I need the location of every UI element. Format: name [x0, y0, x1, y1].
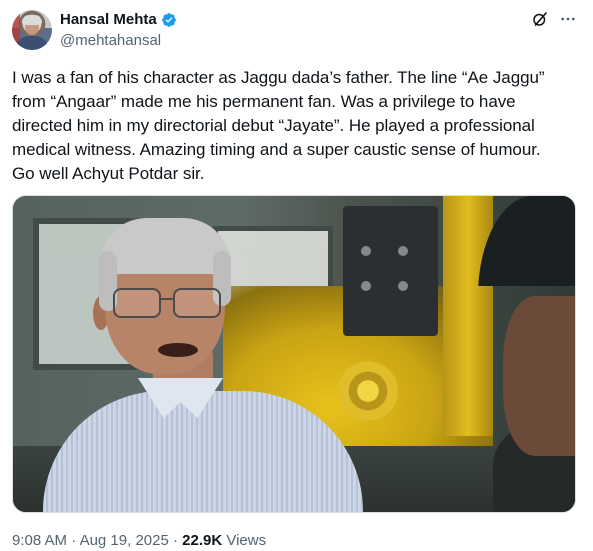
views-label: Views	[226, 532, 267, 549]
photo-mouth	[158, 343, 198, 357]
avatar[interactable]	[12, 10, 52, 50]
tweet-header: Hansal Mehta @mehtahansal	[60, 10, 177, 51]
tweet-text: I was a fan of his character as Jaggu da…	[12, 66, 580, 186]
tweet[interactable]: Hansal Mehta @mehtahansal I was a fan of…	[0, 0, 593, 551]
grok-slash-icon[interactable]	[531, 10, 549, 28]
handle[interactable]: @mehtahansal	[60, 31, 177, 51]
tweet-text-line: medical witness. Amazing timing and a su…	[12, 140, 541, 159]
tweet-text-line: directed him in my directorial debut “Ja…	[12, 116, 535, 135]
display-name[interactable]: Hansal Mehta	[60, 10, 157, 30]
tweet-text-line: I was a fan of his character as Jaggu da…	[12, 68, 545, 87]
more-horizontal-icon[interactable]	[559, 10, 577, 28]
verified-badge-icon[interactable]	[161, 12, 177, 28]
meta-separator: ·	[71, 532, 77, 549]
avatar-body	[15, 36, 49, 50]
tweet-time[interactable]: 9:08 AM	[12, 532, 67, 549]
views-count[interactable]: 22.9K	[182, 532, 222, 549]
tweet-meta: 9:08 AM · Aug 19, 2025 · 22.9K Views	[12, 531, 266, 551]
tweet-media-photo[interactable]	[12, 195, 576, 513]
tweet-text-line: Go well Achyut Potdar sir.	[12, 164, 205, 183]
name-row: Hansal Mehta	[60, 10, 177, 30]
tweet-date[interactable]: Aug 19, 2025	[80, 532, 169, 549]
tweet-text-line: from “Angaar” made me his permanent fan.…	[12, 92, 516, 111]
photo-hair	[99, 218, 231, 274]
avatar-hair	[22, 15, 42, 25]
photo-listener-face	[503, 296, 575, 456]
photo-glasses	[113, 288, 223, 318]
meta-separator: ·	[172, 532, 178, 549]
tweet-actions	[531, 10, 577, 28]
